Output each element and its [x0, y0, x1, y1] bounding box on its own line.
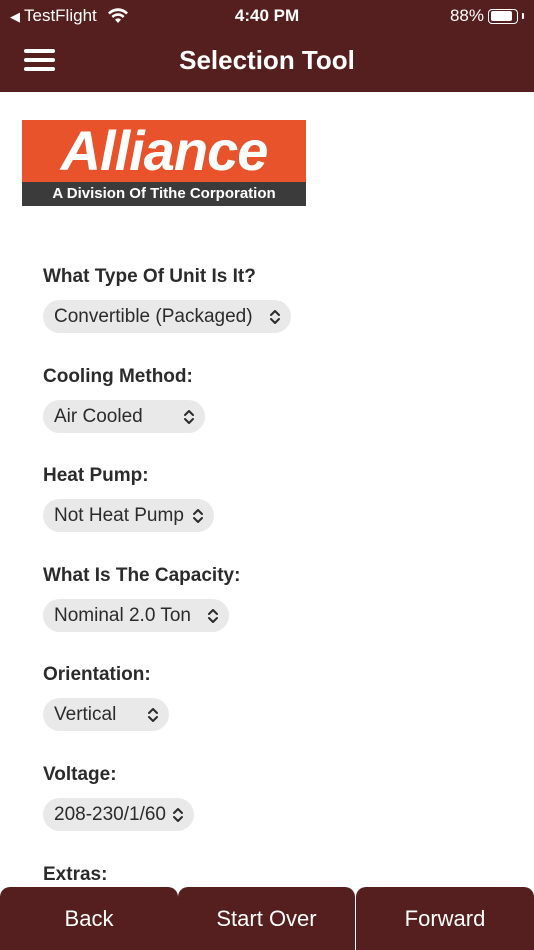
- page-title: Selection Tool: [179, 45, 355, 75]
- nav-bar: Selection Tool: [0, 32, 534, 92]
- capacity-select[interactable]: Nominal 2.0 Ton: [43, 599, 229, 632]
- chevron-up-down-icon: [173, 807, 183, 822]
- voltage-field: Voltage: 208-230/1/60: [43, 762, 194, 831]
- battery-indicator: 88%: [450, 6, 524, 26]
- orientation-select[interactable]: Vertical: [43, 698, 170, 731]
- alliance-logo: Alliance A Division Of Tithe Corporation: [22, 120, 306, 206]
- chevron-up-down-icon: [148, 707, 159, 722]
- voltage-label: Voltage:: [43, 764, 117, 785]
- unit-type-select[interactable]: Convertible (Packaged): [43, 300, 291, 333]
- start-over-button[interactable]: Start Over: [178, 887, 355, 950]
- unit-type-label: What Type Of Unit Is It?: [43, 266, 256, 287]
- heat-pump-label: Heat Pump:: [43, 465, 149, 486]
- chevron-up-down-icon: [207, 608, 218, 623]
- battery-nub: [522, 13, 524, 19]
- battery-percent: 88%: [449, 6, 484, 25]
- voltage-value: 208-230/1/60: [54, 803, 166, 825]
- orientation-field: Orientation: Vertical: [43, 662, 170, 731]
- capacity-value: Nominal 2.0 Ton: [54, 604, 191, 626]
- logo-brand: Alliance: [60, 119, 269, 182]
- cooling-method-value: Air Cooled: [54, 405, 143, 427]
- chevron-up-down-icon: [183, 409, 194, 424]
- unit-type-value: Convertible (Packaged): [54, 305, 253, 327]
- cooling-method-field: Cooling Method: Air Cooled: [43, 364, 205, 433]
- chevron-up-down-icon: [192, 508, 203, 523]
- logo-tagline: A Division Of Tithe Corporation: [22, 182, 306, 206]
- chevron-up-down-icon: [269, 309, 280, 324]
- capacity-label: What Is The Capacity:: [43, 565, 241, 586]
- forward-button[interactable]: Forward: [356, 887, 534, 950]
- back-button[interactable]: Back: [0, 887, 178, 950]
- battery-icon: [488, 8, 518, 24]
- extras-field: Extras:: [43, 862, 107, 888]
- capacity-field: What Is The Capacity: Nominal 2.0 Ton: [43, 563, 240, 632]
- heat-pump-field: Heat Pump: Not Heat Pump: [43, 463, 214, 532]
- extras-label: Extras:: [43, 864, 108, 885]
- heat-pump-value: Not Heat Pump: [54, 504, 184, 526]
- orientation-label: Orientation:: [43, 664, 151, 685]
- voltage-select[interactable]: 208-230/1/60: [43, 798, 194, 831]
- unit-type-field: What Type Of Unit Is It? Convertible (Pa…: [43, 264, 291, 333]
- heat-pump-select[interactable]: Not Heat Pump: [43, 499, 214, 532]
- cooling-method-label: Cooling Method:: [43, 366, 193, 387]
- status-bar: ◀ TestFlight 4:40 PM 88%: [0, 0, 534, 32]
- orientation-value: Vertical: [54, 703, 117, 725]
- cooling-method-select[interactable]: Air Cooled: [43, 400, 205, 433]
- top-bar: ◀ TestFlight 4:40 PM 88% Selection Tool: [0, 0, 534, 92]
